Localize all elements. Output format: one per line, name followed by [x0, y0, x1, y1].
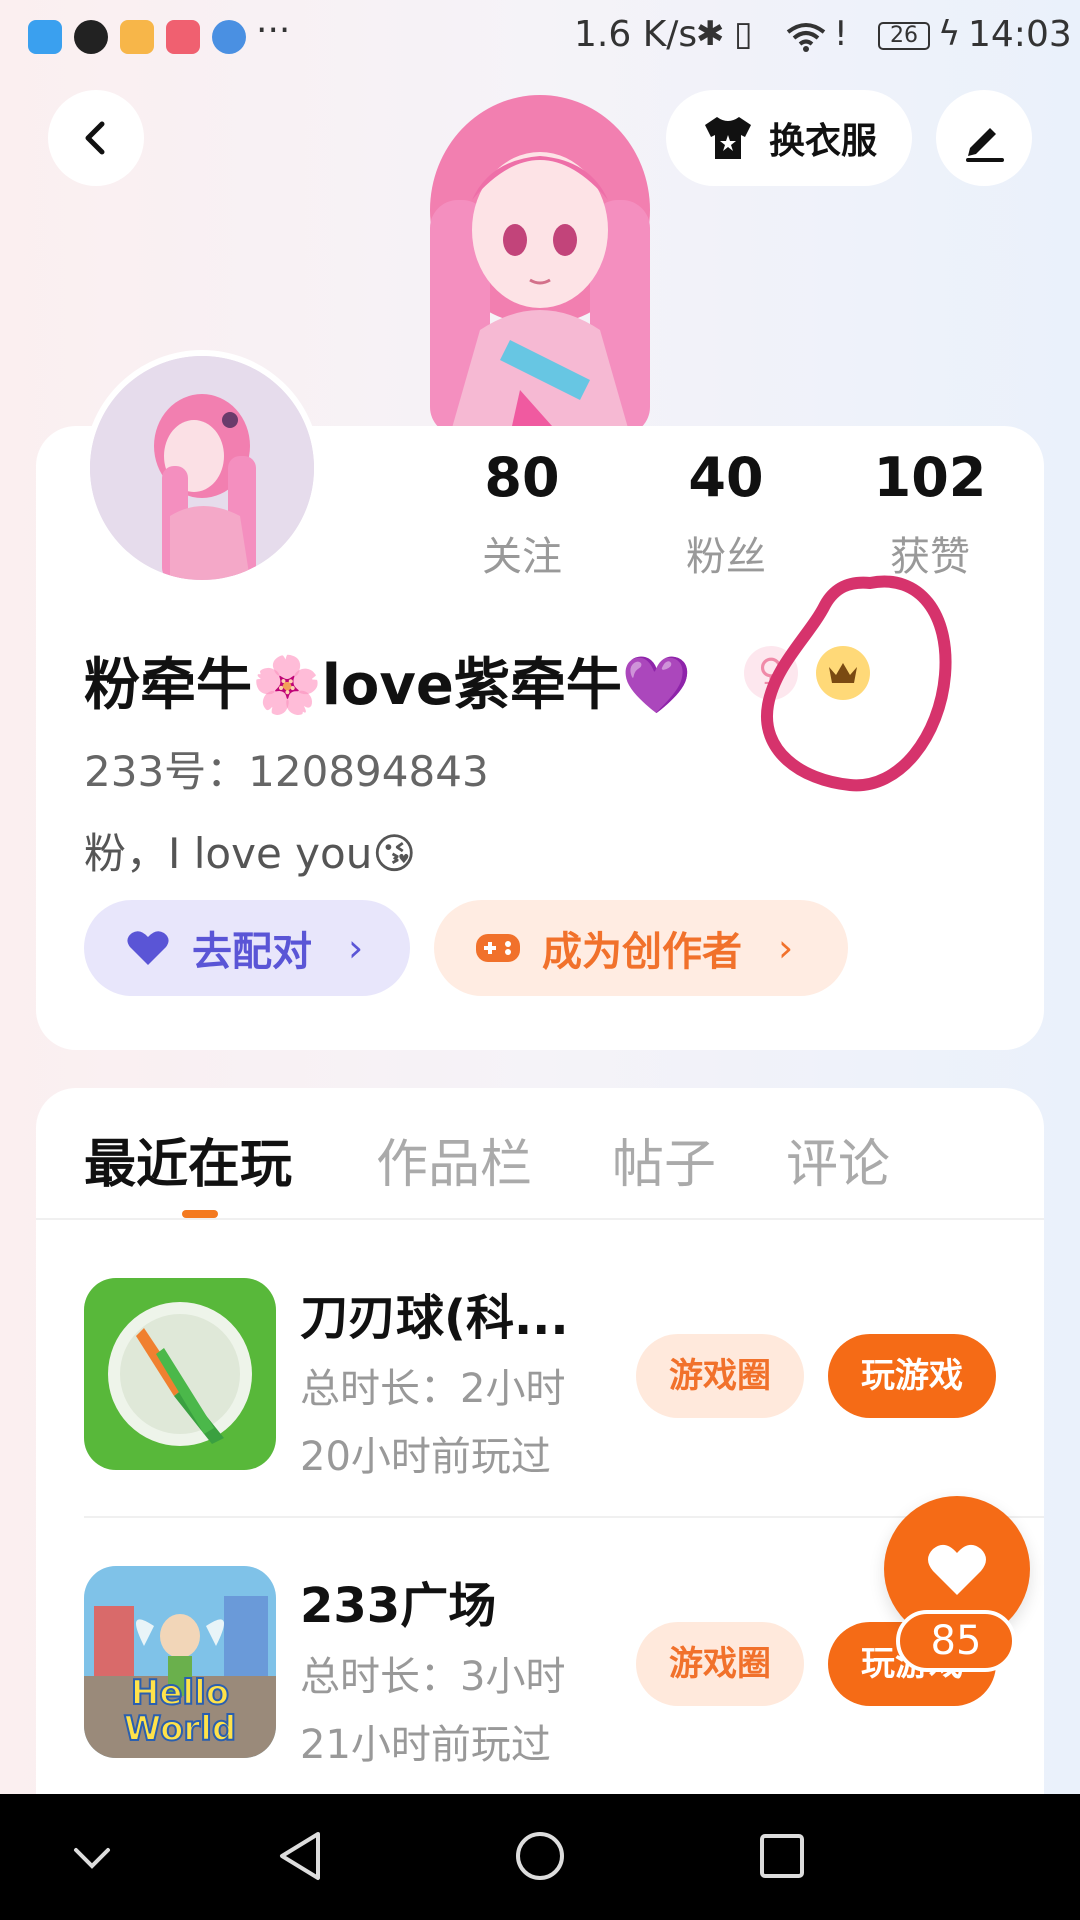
- active-tab-indicator: [182, 1210, 218, 1218]
- bluetooth-icon: ✱: [696, 14, 725, 54]
- game-duration: 总时长：2小时: [300, 1366, 566, 1412]
- back-button[interactable]: [48, 90, 144, 186]
- battery-indicator: 26: [878, 22, 930, 50]
- game-circle-button[interactable]: 游戏圈: [636, 1334, 804, 1418]
- likes-count: 102: [873, 446, 987, 509]
- wifi-icon: [786, 23, 826, 52]
- heart-icon: [127, 931, 169, 965]
- network-speed: 1.6 K/s: [574, 14, 698, 55]
- followers-count: 40: [688, 446, 764, 509]
- likes-label: 获赞: [890, 534, 970, 580]
- chevron-left-icon: [85, 121, 105, 155]
- gamepad-icon: [476, 934, 520, 962]
- stat-followers[interactable]: 40 粉丝: [626, 446, 826, 582]
- shield-app-icon: [28, 20, 62, 54]
- change-outfit-label: 换衣服: [768, 121, 877, 162]
- game-duration: 总时长：3小时: [300, 1654, 566, 1700]
- chevron-right-icon: ›: [778, 926, 794, 970]
- game-last-played: 20小时前玩过: [300, 1434, 551, 1480]
- followers-label: 粉丝: [686, 534, 766, 580]
- following-label: 关注: [482, 534, 562, 580]
- avatar-image: [90, 356, 314, 580]
- like-count-badge: 85: [896, 1610, 1016, 1672]
- tab-posts[interactable]: 帖子: [612, 1122, 716, 1197]
- game-circle-button[interactable]: 游戏圈: [636, 1622, 804, 1706]
- hand-drawn-circle-annotation: [760, 575, 952, 792]
- tab-recently-played[interactable]: 最近在玩: [84, 1122, 292, 1197]
- system-nav-bar: [0, 1794, 1080, 1920]
- stat-likes[interactable]: 102 获赞: [830, 446, 1030, 582]
- world-text: World: [124, 1709, 236, 1749]
- game-last-played: 21小时前玩过: [300, 1722, 551, 1768]
- profile-name: 粉牵牛🌸love紫牵牛💜: [84, 653, 692, 718]
- change-outfit-button[interactable]: 换衣服: [666, 90, 912, 186]
- 233-plaza-icon: Hello World: [84, 1566, 276, 1758]
- following-count: 80: [484, 446, 560, 509]
- game-title: 刀刃球(科...: [300, 1290, 569, 1346]
- become-creator-button[interactable]: 成为创作者 ›: [434, 900, 848, 996]
- clock: 14:03: [968, 14, 1072, 55]
- game-icon-233-plaza[interactable]: Hello World: [84, 1566, 276, 1758]
- game-title: 233广场: [300, 1578, 497, 1634]
- heart-icon: [928, 1544, 986, 1595]
- tab-comments[interactable]: 评论: [786, 1122, 890, 1197]
- row-divider: [84, 1516, 1044, 1518]
- game-icon-blade-ball[interactable]: [84, 1278, 276, 1470]
- home-nav-icon[interactable]: [514, 1830, 566, 1882]
- tiktok-app-icon: [74, 20, 108, 54]
- app-notification-icon: [120, 20, 154, 54]
- alert-icon: !: [834, 14, 848, 54]
- chevron-down-icon[interactable]: [72, 1842, 112, 1872]
- user-id: 233号：120894843: [84, 747, 489, 796]
- overflow-dots: ···: [256, 10, 291, 51]
- profile-bio: 粉，I love you😘: [84, 829, 417, 878]
- browser-app-icon: [212, 20, 246, 54]
- become-creator-label: 成为创作者: [542, 929, 742, 975]
- tab-divider: [36, 1218, 1044, 1220]
- match-button[interactable]: 去配对 ›: [84, 900, 410, 996]
- play-game-button[interactable]: 玩游戏: [828, 1334, 996, 1418]
- status-bar: ··· 1.6 K/s ✱ ▯ ! 26 ϟ 14:03: [0, 0, 1080, 72]
- blade-ball-icon: [84, 1278, 276, 1470]
- profile-avatar[interactable]: [84, 350, 320, 586]
- back-nav-icon[interactable]: [276, 1830, 324, 1882]
- recents-nav-icon[interactable]: [758, 1832, 806, 1880]
- edit-profile-button[interactable]: [936, 90, 1032, 186]
- match-label: 去配对: [192, 929, 312, 975]
- pencil-icon: [966, 128, 1004, 162]
- chevron-right-icon: ›: [348, 926, 364, 970]
- vibrate-icon: ▯: [734, 14, 753, 54]
- stat-following[interactable]: 80 关注: [422, 446, 622, 582]
- shirt-icon: [704, 117, 751, 159]
- huawei-app-icon: [166, 20, 200, 54]
- charging-icon: ϟ: [938, 14, 961, 54]
- tab-works[interactable]: 作品栏: [376, 1122, 532, 1197]
- hello-text: Hello: [131, 1673, 229, 1713]
